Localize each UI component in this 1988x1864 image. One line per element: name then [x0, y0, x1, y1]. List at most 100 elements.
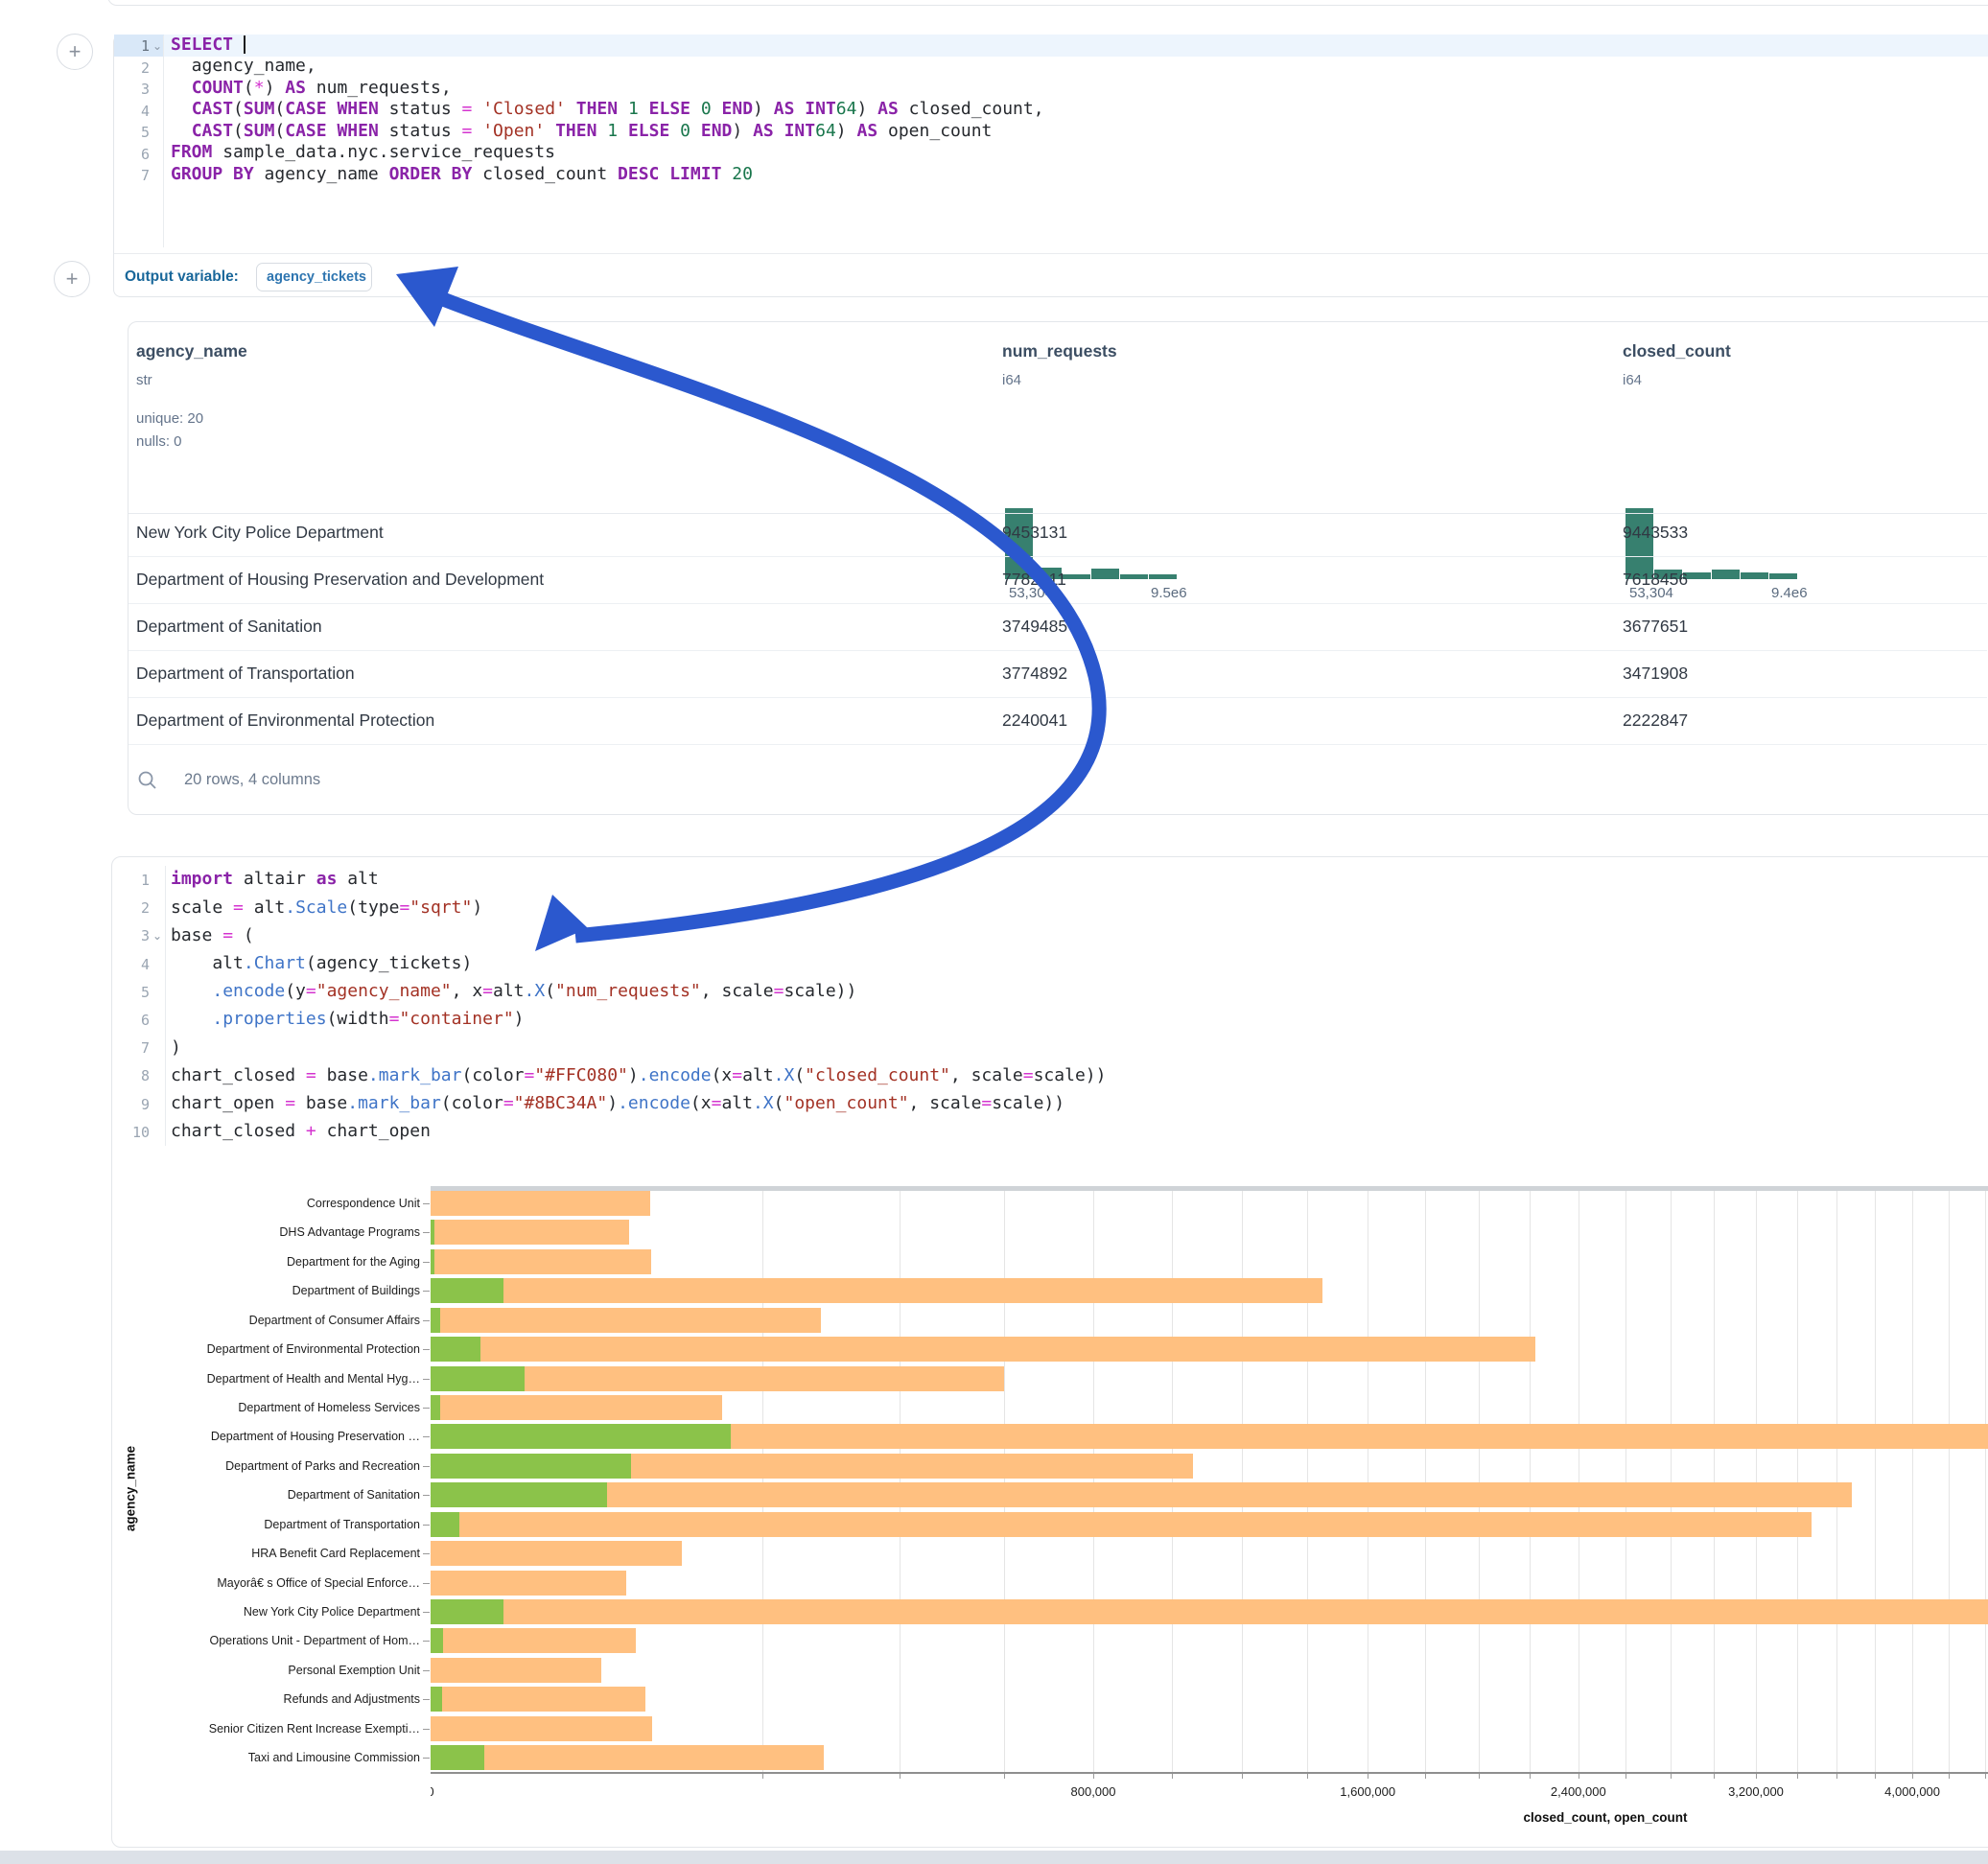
code-token: = — [462, 121, 473, 141]
code-token: 'Closed' — [482, 99, 566, 119]
output-variable-pill[interactable]: agency_tickets — [256, 263, 372, 291]
code-token: CAST — [192, 99, 233, 119]
code-token: DESC — [618, 164, 659, 184]
code-line[interactable]: ) — [171, 1034, 181, 1061]
code-token: "agency_name" — [316, 981, 452, 1001]
column-header[interactable]: agency_name — [136, 341, 247, 361]
code-line[interactable]: CAST(SUM(CASE WHEN status = 'Closed' THE… — [171, 99, 1044, 121]
code-line[interactable]: CAST(SUM(CASE WHEN status = 'Open' THEN … — [171, 121, 992, 143]
code-token: ) — [836, 121, 857, 141]
y-tick — [423, 1699, 430, 1700]
code-line[interactable]: chart_open = base.mark_bar(color="#8BC34… — [171, 1089, 1064, 1117]
code-token: ( — [774, 1093, 784, 1113]
line-number: 4 — [113, 101, 150, 122]
column-type: i64 — [1002, 372, 1021, 388]
table-header-divider — [129, 513, 1987, 514]
code-line[interactable]: chart_closed + chart_open — [171, 1117, 431, 1145]
code-token: ( — [233, 99, 244, 119]
column-type: str — [136, 372, 152, 388]
column-header[interactable]: closed_count — [1623, 341, 1731, 361]
add-cell-button[interactable]: + — [54, 261, 90, 297]
line-number: 7 — [113, 1037, 150, 1059]
gridline — [1530, 1191, 1531, 1772]
code-token: GROUP BY — [171, 164, 254, 184]
code-line[interactable]: import altair as alt — [171, 865, 379, 893]
code-line[interactable]: COUNT(*) AS num_requests, — [171, 78, 452, 100]
code-line[interactable]: .encode(y="agency_name", x=alt.X("num_re… — [171, 977, 856, 1005]
code-token: .encode — [618, 1093, 690, 1113]
code-token: .Chart — [244, 953, 306, 973]
bar-open-count — [431, 1482, 607, 1507]
code-token: SUM — [244, 99, 275, 119]
code-token: 0 — [701, 99, 712, 119]
code-token: = — [482, 981, 493, 1001]
line-number: 1 — [113, 870, 150, 891]
code-token: * — [254, 78, 265, 98]
y-tick — [423, 1466, 430, 1467]
column-header[interactable]: num_requests — [1002, 341, 1117, 361]
y-tick — [423, 1291, 430, 1292]
line-number: 2 — [113, 897, 150, 919]
gridline — [1985, 1191, 1986, 1772]
code-token: (x — [712, 1065, 733, 1085]
code-token: status — [379, 121, 462, 141]
gridline — [1671, 1191, 1672, 1772]
y-tick — [423, 1436, 430, 1437]
code-token: = — [732, 1065, 742, 1085]
code-token: ) — [607, 1093, 618, 1113]
code-token — [596, 121, 607, 141]
code-token: alt — [493, 981, 525, 1001]
code-token: = — [306, 981, 316, 1001]
code-line[interactable]: FROM sample_data.nyc.service_requests — [171, 142, 555, 164]
bar-closed-count — [431, 1599, 1988, 1624]
gridline — [1625, 1191, 1626, 1772]
code-token: CAST — [192, 121, 233, 141]
bar-open-count — [431, 1395, 440, 1420]
y-tick — [423, 1758, 430, 1759]
fold-chevron-icon[interactable]: ⌄ — [152, 39, 162, 53]
code-line[interactable]: chart_closed = base.mark_bar(color="#FFC… — [171, 1061, 1106, 1089]
code-line[interactable]: base = ( — [171, 921, 254, 949]
bar-open-count — [431, 1599, 503, 1624]
code-line[interactable]: alt.Chart(agency_tickets) — [171, 949, 472, 977]
y-tick — [423, 1670, 430, 1671]
code-line[interactable]: SELECT — [171, 35, 246, 57]
search-icon[interactable] — [137, 770, 158, 791]
code-token: = — [285, 1093, 295, 1113]
y-tick-label: Mayorâ€ s Office of Special Enforce… — [0, 1576, 420, 1590]
code-token: ) — [753, 99, 774, 119]
add-cell-button[interactable]: + — [57, 34, 93, 70]
code-token: AS — [877, 99, 899, 119]
code-token: alt — [742, 1065, 774, 1085]
bar-closed-count — [431, 1191, 650, 1216]
code-line[interactable]: GROUP BY agency_name ORDER BY closed_cou… — [171, 164, 753, 186]
value-cell: 2222847 — [1623, 711, 1688, 731]
code-line[interactable]: scale = alt.Scale(type="sqrt") — [171, 894, 482, 921]
code-token: .X — [774, 1065, 795, 1085]
bar-open-count — [431, 1424, 731, 1449]
code-token — [690, 121, 701, 141]
code-line[interactable]: .properties(width="container") — [171, 1005, 525, 1033]
gridline — [1479, 1191, 1480, 1772]
code-token — [171, 121, 192, 141]
bar-open-count — [431, 1337, 480, 1362]
code-token: SELECT — [171, 35, 233, 55]
code-token: sample_data.nyc.service_requests — [212, 142, 555, 162]
code-token: (type — [347, 897, 399, 918]
fold-chevron-icon[interactable]: ⌄ — [152, 929, 162, 943]
y-tick-label: New York City Police Department — [0, 1605, 420, 1619]
code-token — [545, 121, 555, 141]
bar-open-count — [431, 1366, 525, 1391]
y-tick-label: Department of Consumer Affairs — [0, 1314, 420, 1327]
code-token: ) — [265, 78, 286, 98]
code-token: ORDER BY — [389, 164, 473, 184]
code-token: chart_open — [316, 1121, 431, 1141]
chart-top-rule — [431, 1186, 1988, 1191]
code-line[interactable]: agency_name, — [171, 56, 316, 78]
code-token: chart_closed — [171, 1121, 306, 1141]
y-tick — [423, 1553, 430, 1554]
bar-closed-count — [431, 1482, 1852, 1507]
code-token: as — [316, 869, 338, 889]
agency-name-cell: Department of Housing Preservation and D… — [136, 570, 544, 590]
code-token: = — [525, 1065, 535, 1085]
